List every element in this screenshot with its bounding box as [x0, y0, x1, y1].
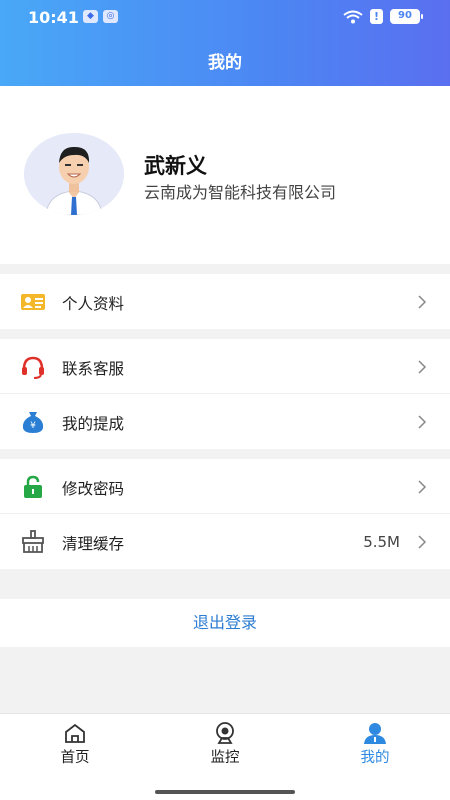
- menu-item-personal-info[interactable]: 个人资料: [0, 274, 450, 329]
- headset-icon: [22, 356, 44, 379]
- menu-item-customer-service[interactable]: 联系客服: [0, 339, 450, 394]
- money-bag-icon: ¥: [22, 412, 44, 433]
- menu-item-label: 个人资料: [62, 295, 125, 313]
- camera-icon: [216, 722, 234, 744]
- tab-mine[interactable]: 我的: [335, 722, 415, 767]
- menu-item-clear-cache[interactable]: 清理缓存 5.5M: [0, 514, 450, 569]
- chevron-right-icon: [418, 295, 427, 309]
- status-time: 10:41: [28, 8, 79, 27]
- user-company: 云南成为智能科技有限公司: [144, 183, 337, 202]
- chevron-right-icon: [418, 535, 427, 549]
- avatar-illustration-icon: [24, 133, 124, 215]
- menu-item-label: 清理缓存: [62, 535, 125, 553]
- battery-icon: 90: [390, 9, 423, 24]
- svg-text:¥: ¥: [30, 421, 36, 431]
- menu-group-service: 联系客服 ¥ 我的提成: [0, 339, 450, 449]
- home-icon: [65, 723, 85, 743]
- menu-item-change-password[interactable]: 修改密码: [0, 459, 450, 514]
- alert-icon: !: [370, 9, 383, 24]
- chevron-right-icon: [418, 415, 427, 429]
- menu-item-my-commission[interactable]: ¥ 我的提成: [0, 394, 450, 449]
- tab-label: 我的: [360, 750, 390, 766]
- cache-size-value: 5.5M: [363, 533, 400, 551]
- app-notification-icon: ◆: [83, 10, 98, 23]
- chevron-right-icon: [418, 360, 427, 374]
- status-right: ! 90: [343, 9, 423, 24]
- menu-item-label: 我的提成: [62, 415, 125, 433]
- menu-item-label: 修改密码: [62, 480, 125, 498]
- header-bar: 10:41 ◆ ◎ ! 90 我的: [0, 0, 450, 86]
- bottom-tab-bar: 首页 监控 我的: [0, 713, 450, 800]
- tab-home[interactable]: 首页: [35, 722, 115, 767]
- status-bar: 10:41 ◆ ◎ ! 90: [0, 0, 450, 34]
- profile-card[interactable]: 武新义 云南成为智能科技有限公司: [0, 86, 450, 264]
- wifi-icon: [343, 10, 363, 23]
- chevron-right-icon: [418, 480, 427, 494]
- page-title: 我的: [208, 53, 242, 73]
- notification-icons: ◆ ◎: [83, 10, 118, 23]
- user-icon: [364, 723, 386, 744]
- tab-label: 首页: [60, 750, 90, 766]
- message-notification-icon: ◎: [103, 10, 118, 23]
- broom-icon: [22, 530, 44, 553]
- user-name: 武新义: [144, 154, 207, 178]
- lock-icon: [24, 475, 42, 498]
- logout-button[interactable]: 退出登录: [0, 599, 450, 647]
- avatar[interactable]: [24, 133, 124, 215]
- id-card-icon: [21, 294, 45, 310]
- home-indicator: [155, 790, 295, 794]
- menu-group-profile: 个人资料: [0, 274, 450, 329]
- menu-group-settings: 修改密码 清理缓存 5.5M: [0, 459, 450, 569]
- tab-label: 监控: [210, 750, 240, 766]
- tab-monitor[interactable]: 监控: [185, 722, 265, 767]
- menu-item-label: 联系客服: [62, 360, 125, 378]
